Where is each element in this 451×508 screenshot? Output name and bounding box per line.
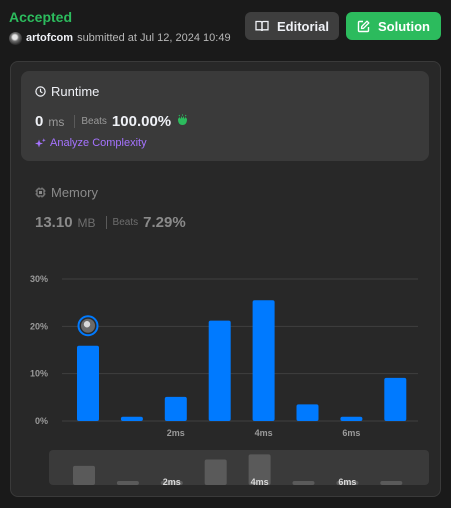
y-tick-label: 10%: [30, 369, 48, 379]
avatar-highlight: [83, 321, 91, 328]
chart-bar[interactable]: [208, 320, 231, 421]
user-position-avatar: [77, 315, 99, 337]
chart-bar[interactable]: [296, 404, 319, 421]
chart-bars: [77, 300, 407, 421]
chart-bar[interactable]: [120, 416, 143, 421]
navigator-bar: [73, 465, 95, 485]
x-tick-label: 4ms: [255, 428, 273, 438]
chart-bar[interactable]: [252, 300, 275, 421]
chart-bar[interactable]: [384, 377, 407, 421]
chart-bar[interactable]: [340, 416, 363, 421]
y-tick-label: 20%: [30, 321, 48, 331]
navigator-tick-label: 2ms: [163, 477, 181, 487]
navigator-bar: [380, 481, 403, 485]
y-tick-label: 0%: [35, 416, 48, 426]
chart-bar[interactable]: [77, 345, 99, 421]
y-tick-label: 30%: [30, 274, 48, 284]
x-tick-label: 2ms: [167, 428, 185, 438]
runtime-distribution-chart: 0% 10% 20% 30% 2ms 4ms 6ms 2ms 4ms 6ms: [30, 274, 418, 487]
chart-grid: [62, 278, 418, 422]
navigator-tick-label: 6ms: [338, 477, 356, 487]
navigator-tick-label: 4ms: [251, 477, 269, 487]
navigator-bar: [292, 481, 315, 485]
navigator-bar: [116, 481, 139, 485]
x-tick-label: 6ms: [342, 428, 360, 438]
chart-bar[interactable]: [164, 396, 187, 421]
navigator-bar: [204, 459, 227, 485]
navigator-bars: 2ms 4ms 6ms: [73, 454, 403, 487]
